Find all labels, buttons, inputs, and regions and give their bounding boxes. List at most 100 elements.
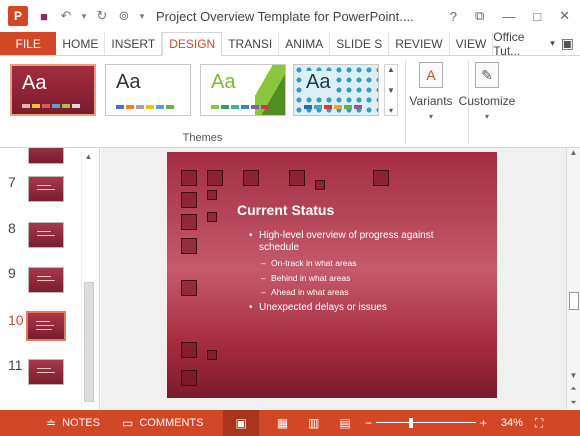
zoom-in-button[interactable]: + — [480, 416, 487, 430]
slide-thumbnail[interactable] — [28, 176, 64, 202]
fit-slide-button[interactable]: ⛶ — [535, 416, 543, 431]
zoom-slider[interactable] — [375, 417, 476, 429]
account-avatar-icon[interactable]: ▣ — [561, 35, 574, 52]
previous-slide-icon[interactable]: ⏶ — [567, 384, 580, 394]
scroll-down-icon[interactable]: ▼ — [567, 371, 580, 380]
zoom-slider-knob[interactable] — [408, 418, 413, 428]
theme-thumbnail-facet[interactable]: Aa — [200, 64, 286, 116]
scrollbar-thumb[interactable] — [84, 282, 94, 402]
notes-button[interactable]: ≐ NOTES — [46, 416, 100, 430]
decorative-square — [289, 170, 305, 186]
undo-dropdown-icon[interactable]: ▾ — [80, 11, 88, 22]
redo-icon[interactable]: ↻ — [94, 8, 110, 24]
decorative-square — [181, 192, 197, 208]
tab-design[interactable]: DESIGN — [162, 32, 223, 56]
status-bar: ≐ NOTES ▭ COMMENTS ▣ ▦ ▥ ▤ − + 34% ⛶ — [0, 410, 580, 436]
decorative-square — [315, 180, 325, 190]
decorative-square — [181, 280, 197, 296]
tab-file[interactable]: FILE — [0, 32, 57, 55]
zoom-out-button[interactable]: − — [365, 416, 372, 430]
slide-editing-canvas: Current Status High-level overview of pr… — [101, 148, 580, 410]
slide-number: 9 — [8, 265, 16, 281]
scroll-up-icon[interactable]: ▲ — [82, 152, 95, 161]
close-icon[interactable]: ✕ — [559, 8, 570, 24]
account-area[interactable]: Office Tut... ▾ ▣ — [493, 30, 580, 58]
zoom-in-icon: + — [479, 416, 487, 430]
decorative-square — [181, 370, 197, 386]
gallery-down-icon[interactable]: ▼ — [387, 86, 395, 95]
slide-number: 8 — [8, 220, 16, 236]
slide-sorter-button[interactable]: ▦ — [277, 416, 288, 430]
slide-thumbnail[interactable] — [28, 148, 64, 164]
slide-title[interactable]: Current Status — [237, 202, 334, 218]
tab-animations[interactable]: ANIMA — [279, 32, 331, 55]
slide-number: 7 — [8, 174, 16, 190]
zoom-level-label: 34% — [500, 417, 523, 429]
slide-show-icon: ▤ — [339, 416, 351, 430]
sub-bullet-item: Behind in what areas — [249, 273, 469, 284]
help-icon[interactable]: ? — [450, 9, 457, 24]
customize-button[interactable]: ✎ Customize ▾ — [456, 62, 518, 121]
scroll-up-icon[interactable]: ▲ — [567, 148, 580, 157]
gallery-more-icon[interactable]: ▾ — [389, 106, 393, 115]
slide[interactable]: Current Status High-level overview of pr… — [167, 152, 497, 398]
slide-thumbnail-selected[interactable] — [26, 311, 66, 341]
window-title: Project Overview Template for PowerPoint… — [156, 8, 414, 24]
scrollbar-thumb[interactable] — [569, 292, 579, 310]
tab-transitions[interactable]: TRANSI — [222, 32, 280, 55]
tab-insert[interactable]: INSERT — [105, 32, 163, 55]
customize-label: Customize — [458, 94, 516, 108]
sub-bullet-item: On-track in what areas — [249, 258, 469, 269]
comments-button[interactable]: ▭ COMMENTS — [122, 416, 204, 430]
zoom-out-icon: − — [364, 416, 372, 430]
theme-sample-text: Aa — [211, 71, 236, 93]
theme-color-swatches — [22, 104, 80, 108]
zoom-level[interactable]: 34% — [501, 417, 523, 429]
theme-gallery-scroll[interactable]: ▲ ▼ ▾ — [384, 64, 398, 116]
canvas-scrollbar[interactable]: ▲ ▼ ⏶ ⏷ — [566, 148, 580, 410]
tab-slide-show[interactable]: SLIDE S — [330, 32, 390, 55]
slide-number-selected: 10 — [8, 312, 24, 328]
customize-caret-icon: ▾ — [484, 112, 489, 121]
bullet-item: Unexpected delays or issues — [249, 302, 469, 314]
theme-thumbnail-current[interactable]: Aa — [10, 64, 96, 116]
undo-icon[interactable]: ↶ — [58, 8, 74, 24]
slide-number: 11 — [8, 357, 23, 373]
reading-view-button[interactable]: ▥ — [308, 416, 319, 430]
slide-pane-scrollbar[interactable]: ▲ — [81, 152, 95, 408]
comments-label: COMMENTS — [139, 417, 204, 429]
theme-thumbnail-office[interactable]: Aa — [105, 64, 191, 116]
save-icon[interactable]: ■ — [36, 9, 52, 24]
tab-review[interactable]: REVIEW — [389, 32, 450, 55]
fit-to-window-icon: ⛶ — [534, 415, 544, 430]
title-bar: P ■ ↶ ▾ ↻ ⊚ ▾ Project Overview Template … — [0, 0, 580, 32]
theme-sample-text: Aa — [22, 72, 47, 94]
tab-home[interactable]: HOME — [56, 32, 106, 55]
customize-icon: ✎ — [475, 62, 499, 88]
tab-view[interactable]: VIEW — [450, 32, 494, 55]
account-name[interactable]: Office Tut... — [493, 30, 544, 58]
variants-button[interactable]: A Variants ▾ — [400, 62, 462, 121]
normal-view-button[interactable]: ▣ — [223, 410, 259, 436]
maximize-icon[interactable]: □ — [533, 9, 541, 24]
slide-thumbnail[interactable] — [28, 222, 64, 248]
theme-color-swatches — [304, 105, 362, 109]
slide-thumbnail[interactable] — [28, 359, 64, 385]
decorative-square — [243, 170, 259, 186]
app-letter: P — [13, 9, 22, 23]
customize-toolbar-icon[interactable]: ▾ — [138, 11, 146, 22]
powerpoint-app-icon[interactable]: P — [8, 6, 28, 26]
slide-body[interactable]: High-level overview of progress against … — [249, 230, 469, 318]
minimize-icon[interactable]: — — [502, 9, 515, 24]
theme-color-swatches — [116, 105, 174, 109]
account-caret-icon[interactable]: ▾ — [550, 38, 555, 49]
ribbon-display-options-icon[interactable]: ⧉ — [475, 8, 484, 24]
gallery-up-icon[interactable]: ▲ — [387, 65, 395, 74]
slide-sorter-icon: ▦ — [276, 416, 289, 430]
slide-thumbnail[interactable] — [28, 267, 64, 293]
next-slide-icon[interactable]: ⏷ — [567, 398, 580, 408]
theme-thumbnail-pattern[interactable]: Aa — [293, 64, 379, 116]
touch-mode-icon[interactable]: ⊚ — [116, 8, 132, 24]
themes-group-label: Themes — [182, 132, 223, 144]
slide-show-button[interactable]: ▤ — [340, 416, 351, 430]
